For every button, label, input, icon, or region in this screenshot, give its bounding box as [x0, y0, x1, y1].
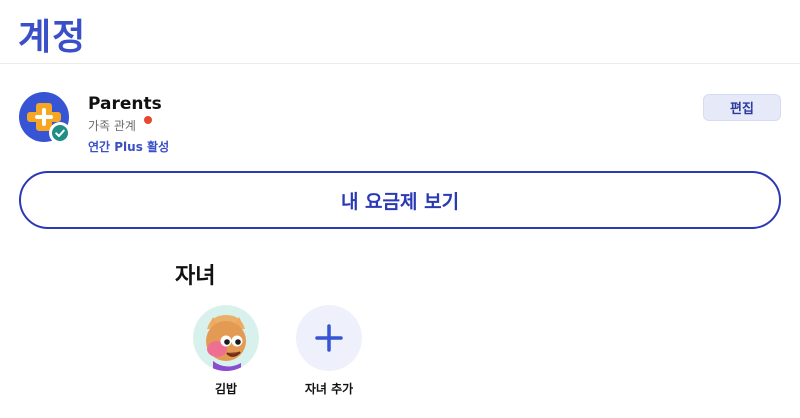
add-child-card[interactable]: 자녀 추가 — [284, 305, 374, 405]
child-card[interactable]: 김밥 — [181, 305, 271, 405]
account-name: Parents — [88, 94, 162, 114]
child-avatar[interactable] — [193, 305, 259, 371]
checkmark-icon — [52, 125, 68, 141]
header: 계정 — [0, 0, 800, 64]
view-plan-button[interactable]: 내 요금제 보기 — [19, 171, 781, 229]
plan-status: 연간 Plus 활성 — [88, 140, 170, 154]
cartoon-character-avatar — [193, 305, 259, 371]
page-title: 계정 — [18, 17, 87, 58]
plus-icon — [315, 324, 343, 352]
verified-badge — [49, 122, 71, 144]
child-name: 김밥 — [214, 382, 238, 396]
add-child-label: 자녀 추가 — [304, 382, 354, 396]
edit-button[interactable]: 편집 — [703, 94, 781, 121]
add-child-button[interactable] — [296, 305, 362, 371]
account-row: Parents 가족 관계 연간 Plus 활성 편집 — [0, 64, 800, 164]
children-section-title: 자녀 — [175, 264, 216, 289]
notification-dot — [144, 116, 152, 124]
account-relation: 가족 관계 — [88, 119, 136, 133]
